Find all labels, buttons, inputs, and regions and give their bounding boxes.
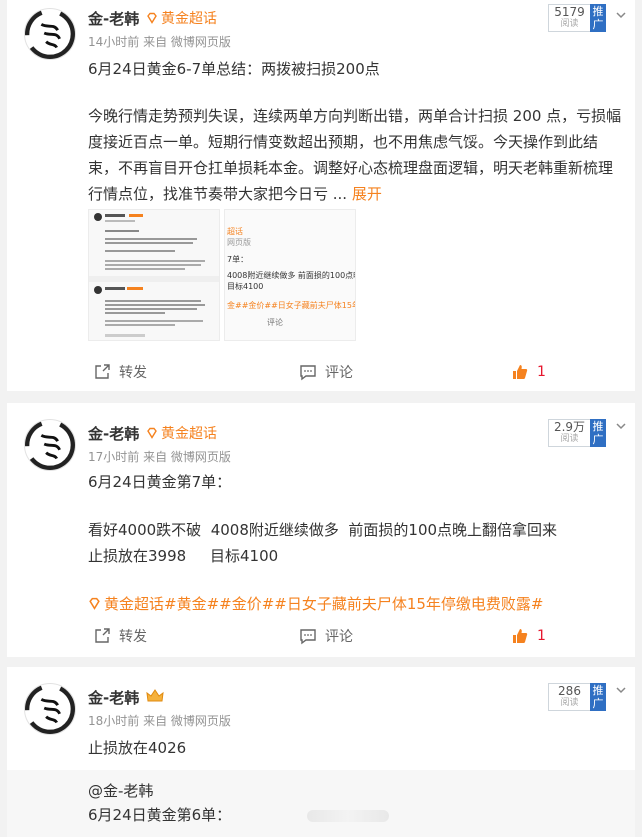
thumb-text: 网页版 bbox=[227, 238, 251, 247]
comment-label: 评论 bbox=[325, 365, 353, 381]
repost-button[interactable]: 转发 bbox=[93, 621, 147, 651]
post-body-line: 看好4000跌不破 4008附近继续做多 前面损的100点晚上翻倍拿回来 bbox=[88, 521, 558, 539]
thumbs-up-icon bbox=[513, 365, 528, 379]
repost-icon bbox=[95, 628, 110, 643]
view-label: 阅读 bbox=[560, 434, 579, 444]
author-name[interactable]: 金-老韩 bbox=[88, 687, 139, 708]
view-count: 5179 bbox=[554, 5, 585, 19]
post-source: 来自 微博网页版 bbox=[143, 714, 231, 728]
crown-icon[interactable] bbox=[146, 688, 164, 704]
avatar[interactable] bbox=[24, 683, 76, 735]
avatar[interactable] bbox=[24, 8, 76, 60]
screenshot-image bbox=[89, 210, 219, 340]
thumb-text: 7单： bbox=[227, 255, 249, 264]
image-thumbnail[interactable] bbox=[88, 209, 220, 341]
quoted-text: 6月24日黄金第6单： bbox=[88, 806, 232, 824]
thumb-text: 金##金价##日女子藏前夫尸体15年停缴电费败露 bbox=[227, 301, 356, 310]
author-name[interactable]: 金-老韩 bbox=[88, 8, 139, 29]
repost-label: 转发 bbox=[119, 629, 147, 645]
comment-button[interactable]: 评论 bbox=[299, 621, 353, 651]
post-meta: 17小时前 来自 微博网页版 bbox=[88, 448, 231, 465]
quoted-author[interactable]: @金-老韩 bbox=[88, 780, 153, 801]
post-card: 金-老韩 18小时前 来自 微博网页版 286 阅读 推广 止损放在4026 @金… bbox=[7, 667, 635, 837]
post-meta: 18小时前 来自 微博网页版 bbox=[88, 712, 231, 729]
topic-links[interactable]: 黄金超话#黄金##金价##日女子藏前夫尸体15年停缴电费败露# bbox=[88, 593, 544, 614]
view-label: 阅读 bbox=[560, 698, 579, 708]
chevron-down-icon[interactable] bbox=[616, 10, 626, 20]
view-label: 阅读 bbox=[560, 19, 579, 29]
like-count: 1 bbox=[537, 364, 546, 380]
diamond-icon bbox=[89, 597, 100, 610]
action-bar: 转发 评论 1 bbox=[7, 357, 635, 387]
comment-icon bbox=[300, 365, 316, 381]
post-time[interactable]: 18小时前 bbox=[88, 714, 139, 728]
post-body: 今晚行情走势预判失误，连续两单方向判断出错，两单合计扫损 200 点，亏损幅度接… bbox=[88, 103, 623, 207]
comment-label: 评论 bbox=[325, 629, 353, 645]
post-body-line: 止损放在3998 目标4100 bbox=[88, 547, 279, 565]
comment-button[interactable]: 评论 bbox=[299, 357, 353, 387]
expand-link[interactable]: 展开 bbox=[352, 185, 382, 203]
view-count: 2.9万 bbox=[553, 420, 586, 434]
like-count: 1 bbox=[537, 628, 546, 644]
diamond-icon bbox=[147, 427, 157, 439]
author-name[interactable]: 金-老韩 bbox=[88, 423, 139, 444]
super-topic-badge[interactable]: 黄金超话 bbox=[146, 423, 217, 443]
repost-label: 转发 bbox=[119, 365, 147, 381]
post-card: 金-老韩 黄金超话 17小时前 来自 微博网页版 2.9万 阅读 推广 6月24日… bbox=[7, 403, 635, 657]
post-source: 来自 微博网页版 bbox=[143, 35, 231, 49]
promo-button[interactable]: 推广 bbox=[590, 683, 606, 711]
post-title: 6月24日黄金6-7单总结：两拨被扫损200点 bbox=[88, 60, 380, 78]
chevron-down-icon[interactable] bbox=[616, 685, 626, 695]
redacted-bar bbox=[307, 810, 389, 822]
repost-icon bbox=[95, 364, 110, 379]
action-bar: 转发 评论 1 bbox=[7, 621, 635, 651]
like-button[interactable]: 1 bbox=[511, 621, 546, 651]
thumb-text: 超话 bbox=[227, 227, 243, 236]
avatar[interactable] bbox=[24, 419, 76, 471]
badge-label: 黄金超话 bbox=[161, 11, 217, 27]
diamond-icon bbox=[147, 12, 157, 24]
post-card: 金-老韩 黄金超话 14小时前 来自 微博网页版 5179 阅读 推广 6月24日… bbox=[7, 0, 635, 391]
calligraphy-avatar-icon bbox=[25, 9, 75, 59]
topic-text[interactable]: 黄金超话#黄金##金价##日女子藏前夫尸体15年停缴电费败露# bbox=[104, 593, 544, 614]
post-source: 来自 微博网页版 bbox=[143, 450, 231, 464]
like-button[interactable]: 1 bbox=[511, 357, 546, 387]
thumb-text: 目标4100 bbox=[227, 282, 264, 291]
thumb-text: 4008附近继续做多 前面损的100点晚上 bbox=[227, 271, 356, 280]
promo-button[interactable]: 推广 bbox=[590, 4, 606, 32]
view-counter: 5179 阅读 推广 bbox=[548, 4, 606, 32]
thumb-text: 评论 bbox=[267, 318, 283, 327]
image-thumbnail[interactable]: 超话 网页版 7单： 4008附近继续做多 前面损的100点晚上 目标4100 … bbox=[224, 209, 356, 341]
post-title: 6月24日黄金第7单： bbox=[88, 473, 232, 491]
thumbs-up-icon bbox=[513, 629, 528, 643]
post-time[interactable]: 17小时前 bbox=[88, 450, 139, 464]
post-time[interactable]: 14小时前 bbox=[88, 35, 139, 49]
view-counter: 286 阅读 推广 bbox=[548, 683, 606, 711]
calligraphy-avatar-icon bbox=[25, 684, 75, 734]
badge-label: 黄金超话 bbox=[161, 426, 217, 442]
repost-button[interactable]: 转发 bbox=[93, 357, 147, 387]
post-meta: 14小时前 来自 微博网页版 bbox=[88, 33, 231, 50]
view-count: 286 bbox=[558, 684, 581, 698]
promo-button[interactable]: 推广 bbox=[590, 419, 606, 447]
calligraphy-avatar-icon bbox=[25, 420, 75, 470]
view-counter: 2.9万 阅读 推广 bbox=[548, 419, 606, 447]
chevron-down-icon[interactable] bbox=[616, 421, 626, 431]
super-topic-badge[interactable]: 黄金超话 bbox=[146, 8, 217, 28]
post-body: 止损放在4026 bbox=[88, 739, 187, 757]
comment-icon bbox=[300, 629, 316, 645]
